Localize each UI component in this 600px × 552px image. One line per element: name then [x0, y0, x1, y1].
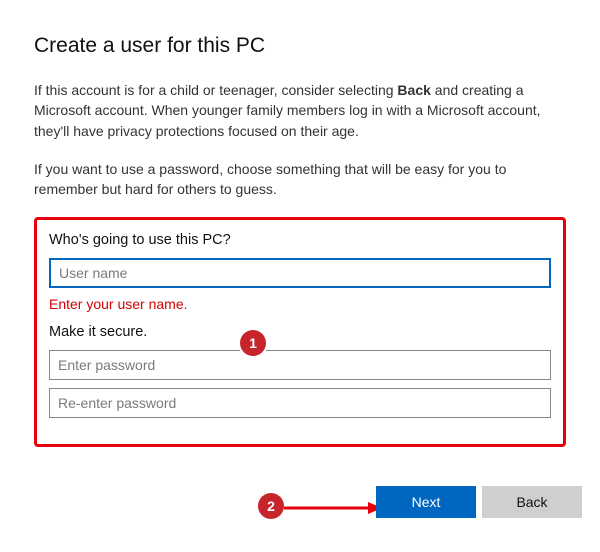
create-user-page: Create a user for this PC If this accoun… — [0, 0, 600, 552]
button-row: Next Back — [376, 486, 582, 518]
secure-label: Make it secure. — [49, 324, 551, 340]
intro-text-before: If this account is for a child or teenag… — [34, 82, 397, 98]
intro-bold-back: Back — [397, 82, 430, 98]
next-button[interactable]: Next — [376, 486, 476, 518]
annotation-arrow-icon — [284, 498, 384, 518]
password-input[interactable] — [49, 350, 551, 380]
annotation-callout-2: 2 — [258, 493, 284, 519]
username-error-text: Enter your user name. — [49, 296, 551, 312]
who-label: Who's going to use this PC? — [49, 232, 551, 248]
annotation-highlight-box: Who's going to use this PC? Enter your u… — [34, 217, 566, 447]
page-title: Create a user for this PC — [34, 34, 566, 58]
username-input[interactable] — [49, 258, 551, 288]
intro-paragraph: If this account is for a child or teenag… — [34, 80, 566, 141]
password-confirm-input[interactable] — [49, 388, 551, 418]
back-button[interactable]: Back — [482, 486, 582, 518]
annotation-callout-1: 1 — [240, 330, 266, 356]
password-hint-paragraph: If you want to use a password, choose so… — [34, 159, 566, 200]
